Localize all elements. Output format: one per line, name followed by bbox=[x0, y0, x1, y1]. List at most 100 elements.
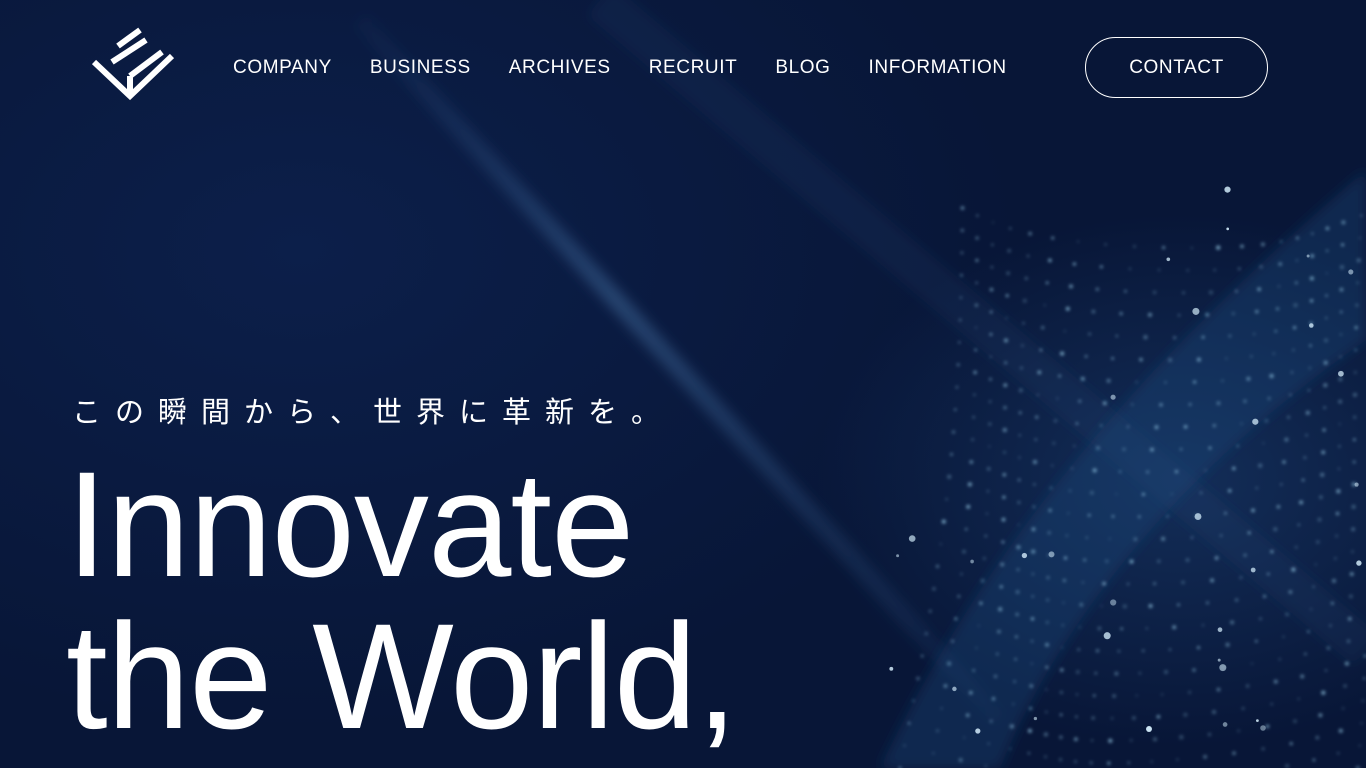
particle-dot bbox=[1338, 377, 1343, 382]
nav-information[interactable]: INFORMATION bbox=[869, 56, 1007, 80]
particle-dot bbox=[1077, 648, 1081, 651]
particle-dot bbox=[1093, 694, 1096, 697]
contact-button[interactable]: CONTACT bbox=[1085, 37, 1268, 98]
particle-dot bbox=[1360, 214, 1363, 217]
particle-dot bbox=[947, 661, 952, 666]
particle-dot bbox=[1273, 527, 1278, 532]
particle-dot bbox=[1322, 428, 1326, 432]
particle-dot bbox=[1097, 626, 1102, 631]
particle-dot bbox=[1213, 269, 1216, 271]
particle-dot bbox=[992, 221, 994, 224]
particle-dot bbox=[950, 453, 953, 456]
particle-dot bbox=[1065, 306, 1070, 311]
particle-dot bbox=[921, 654, 924, 658]
particle-dot bbox=[1204, 469, 1207, 472]
particle-dot bbox=[1312, 585, 1315, 588]
particle-dot bbox=[1288, 590, 1293, 594]
nav-recruit[interactable]: RECRUIT bbox=[649, 56, 738, 80]
particle-dot bbox=[1087, 513, 1091, 517]
particle-dot bbox=[1018, 456, 1021, 459]
particle-dot bbox=[1220, 534, 1223, 537]
particle-dot bbox=[990, 266, 994, 269]
particle-dot bbox=[1234, 598, 1239, 602]
nav-company[interactable]: COMPANY bbox=[233, 56, 332, 80]
particle-dot bbox=[1017, 500, 1021, 504]
particle-dot bbox=[1230, 620, 1234, 625]
particle-dot bbox=[1353, 415, 1357, 419]
particle-sparkle bbox=[1222, 722, 1228, 727]
particle-sparkle bbox=[1354, 482, 1359, 487]
particle-dot bbox=[1212, 424, 1216, 428]
particle-dot bbox=[1014, 658, 1017, 661]
particle-dot bbox=[975, 281, 978, 284]
particle-dot bbox=[1321, 690, 1326, 695]
particle-dot bbox=[1053, 419, 1058, 423]
particle-dot bbox=[1017, 478, 1021, 482]
particle-dot bbox=[1046, 598, 1049, 602]
particle-dot bbox=[986, 490, 990, 493]
particle-dot bbox=[1274, 330, 1277, 333]
nav-blog[interactable]: BLOG bbox=[775, 56, 830, 80]
particle-dot bbox=[1323, 383, 1328, 388]
particle-dot bbox=[1153, 582, 1156, 585]
particle-dot bbox=[939, 542, 942, 546]
particle-dot bbox=[1183, 425, 1188, 429]
particle-dot bbox=[1228, 489, 1232, 493]
particle-dot bbox=[1002, 473, 1006, 477]
particle-dot bbox=[1045, 688, 1048, 691]
particle-dot bbox=[1031, 549, 1036, 554]
particle-dot bbox=[1329, 624, 1332, 627]
particle-dot bbox=[962, 549, 966, 554]
particle-dot bbox=[984, 534, 987, 538]
particle-dot bbox=[1287, 415, 1290, 419]
particle-dot bbox=[1150, 447, 1154, 452]
particle-dot bbox=[945, 498, 948, 501]
particle-dot bbox=[1077, 240, 1079, 243]
particle-dot bbox=[1309, 276, 1314, 281]
particle-sparkle bbox=[908, 535, 916, 542]
particle-dot bbox=[1188, 691, 1191, 694]
particle-dot bbox=[1314, 563, 1317, 566]
particle-dot bbox=[1311, 232, 1314, 235]
particle-dot bbox=[974, 303, 978, 307]
particle-dot bbox=[1048, 258, 1052, 263]
particle-dot bbox=[1078, 399, 1082, 403]
particle-dot bbox=[1157, 559, 1161, 563]
particle-dot bbox=[1004, 361, 1008, 365]
particle-dot bbox=[960, 206, 965, 210]
particle-dot bbox=[1241, 707, 1245, 710]
particle-dot bbox=[1183, 712, 1188, 717]
particle-sparkle bbox=[1103, 632, 1111, 640]
particle-dot bbox=[1259, 265, 1263, 269]
particle-dot bbox=[1259, 617, 1262, 621]
particle-dot bbox=[956, 363, 960, 367]
particle-dot bbox=[1338, 728, 1343, 733]
particle-dot bbox=[974, 348, 977, 352]
particle-dot bbox=[1045, 281, 1049, 285]
particle-dot bbox=[1295, 236, 1299, 240]
particle-dot bbox=[997, 629, 1001, 634]
particle-dot bbox=[1361, 699, 1365, 703]
nav-business[interactable]: BUSINESS bbox=[370, 56, 471, 80]
particle-dot bbox=[992, 697, 995, 701]
particle-dot bbox=[1200, 491, 1203, 494]
particle-dot bbox=[1250, 355, 1253, 358]
particle-dot bbox=[999, 585, 1003, 589]
particle-dot bbox=[1085, 536, 1088, 539]
particle-dot bbox=[1353, 392, 1357, 397]
particle-dot bbox=[1319, 495, 1323, 499]
particle-dot bbox=[989, 333, 993, 336]
particle-dot bbox=[1342, 707, 1345, 710]
particle-dot bbox=[1332, 578, 1336, 583]
particle-dot bbox=[957, 595, 961, 598]
nav-archives[interactable]: ARCHIVES bbox=[509, 56, 611, 80]
particle-dot bbox=[1129, 267, 1131, 270]
particle-dot bbox=[1247, 531, 1251, 535]
particle-dot bbox=[1132, 716, 1136, 720]
company-logo-icon[interactable] bbox=[90, 26, 176, 108]
particle-dot bbox=[1304, 652, 1307, 656]
particle-dot bbox=[988, 400, 992, 403]
particle-dot bbox=[1341, 220, 1346, 225]
particle-dot bbox=[1022, 322, 1025, 325]
particle-dot bbox=[1186, 269, 1189, 272]
